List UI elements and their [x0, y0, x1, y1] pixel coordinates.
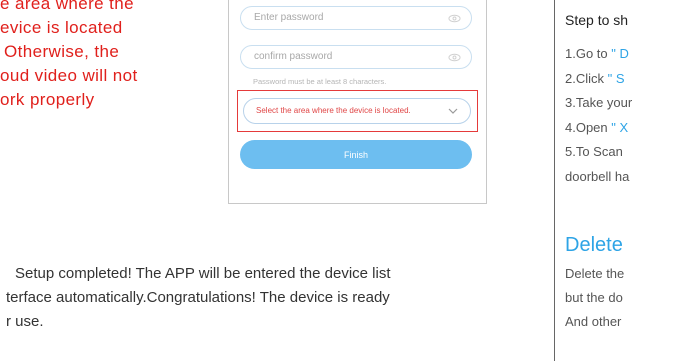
app-screenshot: Enter password confirm password Password…	[228, 0, 487, 204]
area-highlight-box: Select the area where the device is loca…	[237, 90, 478, 132]
password-field[interactable]: Enter password	[240, 6, 472, 30]
note-line: evice is located	[0, 18, 123, 37]
eye-icon[interactable]	[448, 51, 461, 64]
area-select[interactable]: Select the area where the device is loca…	[243, 98, 471, 124]
step-text: doorbell ha	[565, 168, 630, 184]
steps-heading: Step to sh	[565, 12, 629, 28]
delete-line: but the do	[565, 290, 623, 305]
area-select-text: Select the area where the device is loca…	[256, 106, 411, 115]
note-line: e area where the	[0, 0, 134, 13]
note-line: ork properly	[0, 90, 95, 109]
step-highlight: " X	[611, 119, 629, 135]
confirm-password-placeholder: confirm password	[254, 51, 333, 62]
step-text: 3.Take your	[565, 95, 633, 110]
step-text: 1.Go to	[565, 46, 612, 61]
password-hint: Password must be at least 8 characters.	[253, 77, 387, 86]
delete-line: And other	[565, 314, 622, 329]
note-line: oud video will not	[0, 66, 138, 85]
instructions-panel: Step to sh 1.Go to " D 2.Click " S 3.Tak…	[554, 0, 678, 361]
delete-text: Delete the but the do And other	[565, 262, 624, 334]
setup-line: r use.	[6, 313, 44, 330]
area-warning-note: e area where the evice is located Otherw…	[0, 0, 200, 112]
setup-completed-text: Setup completed! The APP will be entered…	[0, 262, 505, 334]
step-item: 5.To Scan	[565, 140, 632, 165]
confirm-password-field[interactable]: confirm password	[240, 45, 472, 69]
step-item: 2.Click " S	[565, 67, 632, 92]
step-text: 4.Open	[565, 119, 612, 135]
step-item: 1.Go to " D	[565, 42, 632, 67]
step-text: 2.Click	[565, 70, 608, 86]
finish-button[interactable]: Finish	[240, 140, 472, 169]
delete-line: Delete the	[565, 266, 625, 281]
password-placeholder: Enter password	[254, 12, 324, 23]
step-highlight: " D	[611, 46, 629, 61]
note-line: Otherwise, the	[4, 42, 120, 61]
step-text: 5.To Scan	[565, 144, 623, 159]
setup-line: Setup completed! The APP will be entered…	[15, 265, 391, 282]
step-highlight: " S	[607, 70, 625, 86]
delete-heading: Delete	[565, 234, 623, 256]
eye-icon[interactable]	[448, 12, 461, 25]
setup-line: terface automatically.Congratulations! T…	[6, 289, 390, 306]
step-item: 4.Open " X	[565, 116, 632, 141]
chevron-down-icon	[448, 108, 458, 114]
steps-list: 1.Go to " D 2.Click " S 3.Take your 4.Op…	[565, 42, 632, 189]
step-item: 3.Take your	[565, 91, 632, 116]
step-item: doorbell ha	[565, 165, 632, 190]
